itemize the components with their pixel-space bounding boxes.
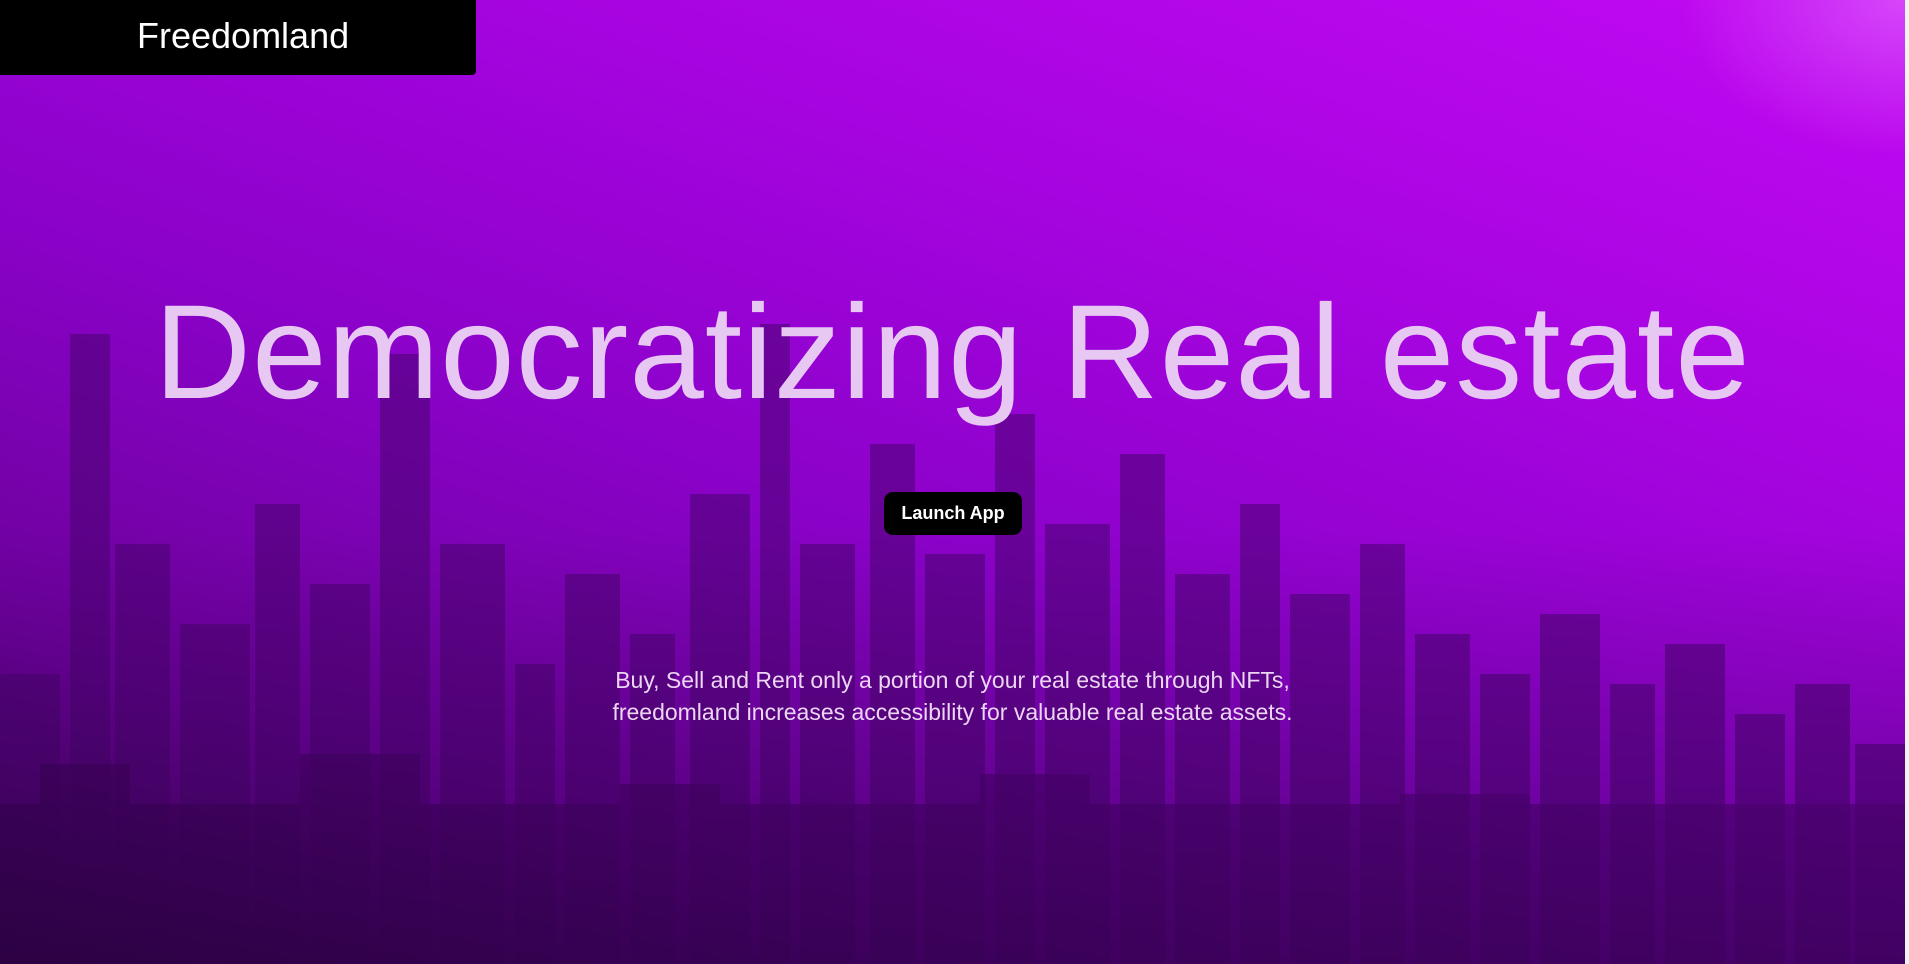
tagline-line: Buy, Sell and Rent only a portion of you… bbox=[615, 667, 1290, 693]
page: Freedomland Democratizing Real estate La… bbox=[0, 0, 1909, 964]
hero-section: Freedomland Democratizing Real estate La… bbox=[0, 0, 1905, 964]
brand-logo-text[interactable]: Freedomland bbox=[137, 14, 349, 58]
hero-headline: Democratizing Real estate bbox=[154, 278, 1751, 427]
tagline-line: freedomland increases accessibility for … bbox=[612, 699, 1293, 725]
brand-bar: Freedomland bbox=[0, 0, 476, 75]
hero-tagline: Buy, Sell and Rent only a portion of you… bbox=[0, 664, 1905, 728]
launch-app-button[interactable]: Launch App bbox=[884, 492, 1022, 535]
page-scrollbar[interactable] bbox=[1905, 0, 1909, 964]
